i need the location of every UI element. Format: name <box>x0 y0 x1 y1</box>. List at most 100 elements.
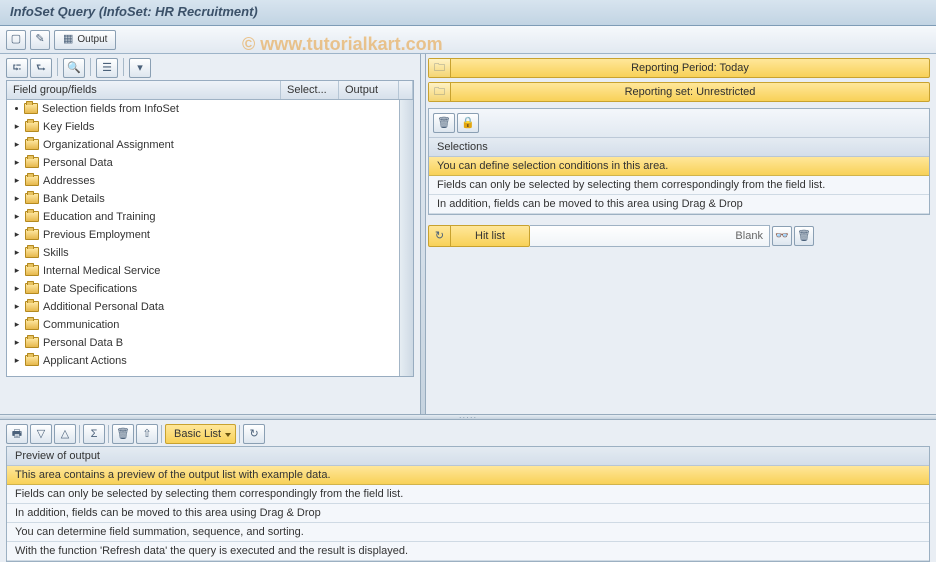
tree-row[interactable]: ▸ Applicant Actions <box>7 352 413 370</box>
tree-row-label: Selection fields from InfoSet <box>42 103 179 115</box>
selections-title: Selections <box>429 138 929 157</box>
selections-highlight: You can define selection conditions in t… <box>429 157 929 176</box>
col-field-group[interactable]: Field group/fields <box>7 81 281 99</box>
delete-selection-button[interactable]: 🗑 <box>433 113 455 133</box>
delete-output-button[interactable]: 🗑 <box>112 424 134 444</box>
refresh-icon: ↻ <box>429 226 451 246</box>
expand-node-icon[interactable]: ▸ <box>13 249 21 257</box>
find-icon: 🔍 <box>67 63 81 74</box>
separator <box>90 58 91 76</box>
folder-icon <box>25 247 39 258</box>
tree-row[interactable]: ▸Addresses <box>7 172 413 190</box>
expand-node-icon[interactable]: ▸ <box>13 141 21 149</box>
trash-icon: 🗑 <box>437 118 451 129</box>
collapse-button[interactable]: ⮑ <box>30 58 52 78</box>
tree-row[interactable]: ▸Education and Training <box>7 208 413 226</box>
calendar-icon: 🗀 <box>429 59 451 77</box>
move-up-button[interactable]: ⇧ <box>136 424 158 444</box>
tree-row[interactable]: ▸ Date Specifications <box>7 280 413 298</box>
tree-row[interactable]: ▸ Personal Data <box>7 154 413 172</box>
tree-row[interactable]: ▸ Organizational Assignment <box>7 136 413 154</box>
sort-up-icon: △ <box>61 429 69 440</box>
title-bar: InfoSet Query (InfoSet: HR Recruitment) <box>0 0 936 26</box>
col-output[interactable]: Output <box>339 81 399 99</box>
tree-row-label: Internal Medical Service <box>43 265 160 277</box>
preview-highlight: This area contains a preview of the outp… <box>7 466 929 485</box>
tree-row[interactable]: ▸ Personal Data B <box>7 334 413 352</box>
col-select[interactable]: Select... <box>281 81 339 99</box>
sum-button[interactable]: Σ <box>83 424 105 444</box>
sort-up-button[interactable]: △ <box>54 424 76 444</box>
expand-icon: ⮓ <box>13 63 22 74</box>
preview-line: You can determine field summation, seque… <box>7 523 929 542</box>
new-document-button[interactable]: ▢ <box>6 30 26 50</box>
filter-button[interactable]: ▾ <box>129 58 151 78</box>
expand-node-icon[interactable]: ▸ <box>13 357 21 365</box>
expand-node-icon[interactable]: ▸ <box>13 159 21 167</box>
refresh-preview-button[interactable]: ↻ <box>243 424 265 444</box>
preview-toolbar: 🖶 ▽ △ Σ 🗑 ⇧ Basic List ↻ <box>6 424 930 444</box>
tree-row-label: Key Fields <box>43 121 94 133</box>
tree-row[interactable]: ▸Skills <box>7 244 413 262</box>
hit-list-row: ↻ Hit list Blank 👓 🗑 <box>428 225 930 247</box>
expand-node-icon[interactable]: ▸ <box>13 303 21 311</box>
print-icon: 🖶 <box>12 429 22 440</box>
open-button[interactable]: ✎ <box>30 30 50 50</box>
basic-list-dropdown[interactable]: Basic List <box>165 424 236 444</box>
hit-list-button[interactable]: ↻ Hit list <box>428 225 530 247</box>
filter-icon: ▾ <box>137 63 143 74</box>
collapse-icon: ⮑ <box>36 63 46 74</box>
expand-node-icon[interactable]: ▸ <box>13 285 21 293</box>
col-pad <box>399 81 413 99</box>
find-button[interactable]: 🔍 <box>63 58 85 78</box>
expand-node-icon[interactable]: ▸ <box>13 123 21 131</box>
tree-row-label: Previous Employment <box>43 229 150 241</box>
up-icon: ⇧ <box>142 429 151 440</box>
sum-icon: Σ <box>91 429 98 440</box>
content-columns: ⮓ ⮑ 🔍 ☰ ▾ Field group/fields Select... O… <box>0 54 936 414</box>
output-button[interactable]: ▦ Output <box>54 30 116 50</box>
separator <box>57 58 58 76</box>
refresh-icon: ↻ <box>249 429 258 440</box>
expand-node-icon[interactable]: ▸ <box>13 267 21 275</box>
tree-row-label: Personal Data B <box>43 337 123 349</box>
reporting-period-button[interactable]: 🗀 Reporting Period: Today <box>428 58 930 78</box>
preview-section: 🖶 ▽ △ Σ 🗑 ⇧ Basic List ↻ Preview of outp… <box>0 420 936 562</box>
expand-node-icon[interactable]: ▸ <box>13 231 21 239</box>
hit-list-delete-button[interactable]: 🗑 <box>794 226 814 246</box>
reporting-set-label: Reporting set: Unrestricted <box>451 86 929 98</box>
expand-node-icon[interactable]: ▸ <box>13 177 21 185</box>
hit-list-field[interactable]: Blank <box>530 225 770 247</box>
tree-row[interactable]: ▸ Previous Employment <box>7 226 413 244</box>
tree-row-label: Additional Personal Data <box>43 301 164 313</box>
selections-line: In addition, fields can be moved to this… <box>429 195 929 214</box>
expand-button[interactable]: ⮓ <box>6 58 28 78</box>
tree-row-label: Organizational Assignment <box>43 139 174 151</box>
tree-row-label: Applicant Actions <box>43 355 127 367</box>
tree-scrollbar[interactable] <box>399 100 413 376</box>
selections-panel: 🗑 🔒 Selections You can define selection … <box>428 108 930 215</box>
sort-down-button[interactable]: ▽ <box>30 424 52 444</box>
layout-button[interactable]: ☰ <box>96 58 118 78</box>
tree-row-label: Personal Data <box>43 157 113 169</box>
tree-row[interactable]: ▸ Key Fields <box>7 118 413 136</box>
expand-node-icon[interactable]: ▸ <box>13 339 21 347</box>
expand-node-icon[interactable]: ▸ <box>13 213 21 221</box>
selections-toolbar: 🗑 🔒 <box>429 109 929 138</box>
hit-list-glasses-button[interactable]: 👓 <box>772 226 792 246</box>
reporting-set-button[interactable]: 🗀 Reporting set: Unrestricted <box>428 82 930 102</box>
expand-node-icon[interactable]: ▸ <box>13 195 21 203</box>
horizontal-splitter[interactable] <box>0 414 936 420</box>
tree-row-label: Bank Details <box>43 193 105 205</box>
tree-row[interactable]: ▸Communication <box>7 316 413 334</box>
lock-selection-button[interactable]: 🔒 <box>457 113 479 133</box>
tree-row-label: Date Specifications <box>43 283 137 295</box>
preview-title: Preview of output <box>7 447 929 466</box>
reporting-period-label: Reporting Period: Today <box>451 62 929 74</box>
tree-row[interactable]: ▸ Additional Personal Data <box>7 298 413 316</box>
print-button[interactable]: 🖶 <box>6 424 28 444</box>
tree-row[interactable]: ▸ Internal Medical Service <box>7 262 413 280</box>
expand-node-icon[interactable]: ▸ <box>13 321 21 329</box>
tree-row[interactable]: ▸ Bank Details <box>7 190 413 208</box>
tree-row[interactable]: Selection fields from InfoSet <box>7 100 413 118</box>
